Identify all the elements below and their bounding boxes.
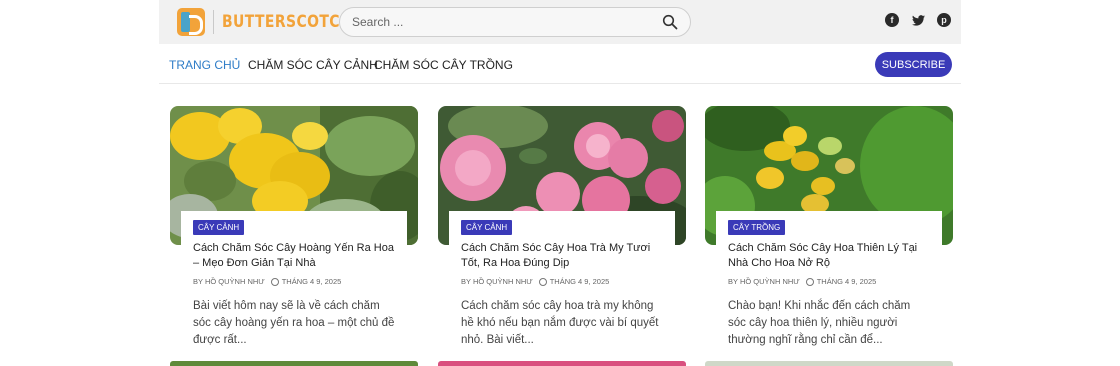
- post-meta: BY HỒ QUỲNH NHƯ THÁNG 4 9, 2025: [193, 277, 395, 286]
- post-title[interactable]: Cách Chăm Sóc Cây Hoa Thiên Lý Tại Nhà C…: [728, 241, 930, 271]
- post-body: CÂY TRỒNG Cách Chăm Sóc Cây Hoa Thiên Lý…: [716, 211, 942, 349]
- post-body: CÂY CẢNH Cách Chăm Sóc Cây Hoàng Yến Ra …: [181, 211, 407, 349]
- post-author[interactable]: BY HỒ QUỲNH NHƯ: [728, 277, 800, 286]
- category-badge[interactable]: CÂY TRỒNG: [728, 220, 786, 235]
- post-excerpt: Bài viết hôm nay sẽ là về cách chăm sóc …: [193, 300, 395, 346]
- nav-item-crops[interactable]: CHĂM SÓC CÂY TRỒNG: [374, 58, 513, 72]
- clock-icon: [270, 277, 279, 286]
- search-box[interactable]: [339, 7, 691, 37]
- nav-item-ornamental-plants[interactable]: CHĂM SÓC CÂY CẢNH: [248, 58, 378, 72]
- post-body: CÂY CẢNH Cách Chăm Sóc Cây Hoa Trà My Tư…: [449, 211, 675, 349]
- post-author[interactable]: BY HỒ QUỲNH NHƯ: [193, 277, 265, 286]
- category-badge[interactable]: CÂY CẢNH: [193, 220, 245, 235]
- top-bar: BUTTERSCOTCH f p: [159, 0, 961, 44]
- post-excerpt: Cách chăm sóc cây hoa trà my không hề kh…: [461, 300, 659, 346]
- facebook-icon[interactable]: f: [885, 13, 899, 27]
- category-badge[interactable]: CÂY CẢNH: [461, 220, 513, 235]
- logo-divider: [213, 10, 214, 34]
- post-date: THÁNG 4 9, 2025: [816, 277, 877, 286]
- post-card[interactable]: CÂY CẢNH Cách Chăm Sóc Cây Hoa Trà My Tư…: [438, 106, 686, 349]
- logo-text: BUTTERSCOTCH: [222, 12, 352, 32]
- post-card[interactable]: CÂY CẢNH Cách Chăm Sóc Cây Hoàng Yến Ra …: [170, 106, 418, 349]
- post-author[interactable]: BY HỒ QUỲNH NHƯ: [461, 277, 533, 286]
- post-meta: BY HỒ QUỲNH NHƯ THÁNG 4 9, 2025: [728, 277, 930, 286]
- search-icon[interactable]: [662, 14, 678, 30]
- subscribe-button[interactable]: SUBSCRIBE: [875, 52, 952, 77]
- post-meta: BY HỒ QUỲNH NHƯ THÁNG 4 9, 2025: [461, 277, 663, 286]
- post-excerpt: Chào bạn! Khi nhắc đến cách chăm sóc cây…: [728, 300, 911, 346]
- next-post-thumbnail[interactable]: [170, 361, 418, 366]
- search-input[interactable]: [352, 15, 662, 29]
- social-links: f p: [885, 13, 951, 27]
- clock-icon: [538, 277, 547, 286]
- post-date: THÁNG 4 9, 2025: [281, 277, 342, 286]
- twitter-icon[interactable]: [911, 13, 925, 27]
- pinterest-icon[interactable]: p: [937, 13, 951, 27]
- nav-item-home[interactable]: TRANG CHỦ: [169, 58, 240, 72]
- main-nav: TRANG CHỦ CHĂM SÓC CÂY CẢNH CHĂM SÓC CÂY…: [159, 44, 961, 84]
- post-title[interactable]: Cách Chăm Sóc Cây Hoàng Yến Ra Hoa – Mẹo…: [193, 241, 395, 271]
- post-date: THÁNG 4 9, 2025: [549, 277, 610, 286]
- next-post-thumbnail[interactable]: [705, 361, 953, 366]
- next-post-thumbnail[interactable]: [438, 361, 686, 366]
- clock-icon: [805, 277, 814, 286]
- logo-icon: [177, 8, 205, 36]
- post-card[interactable]: CÂY TRỒNG Cách Chăm Sóc Cây Hoa Thiên Lý…: [705, 106, 953, 349]
- post-title[interactable]: Cách Chăm Sóc Cây Hoa Trà My Tươi Tốt, R…: [461, 241, 663, 271]
